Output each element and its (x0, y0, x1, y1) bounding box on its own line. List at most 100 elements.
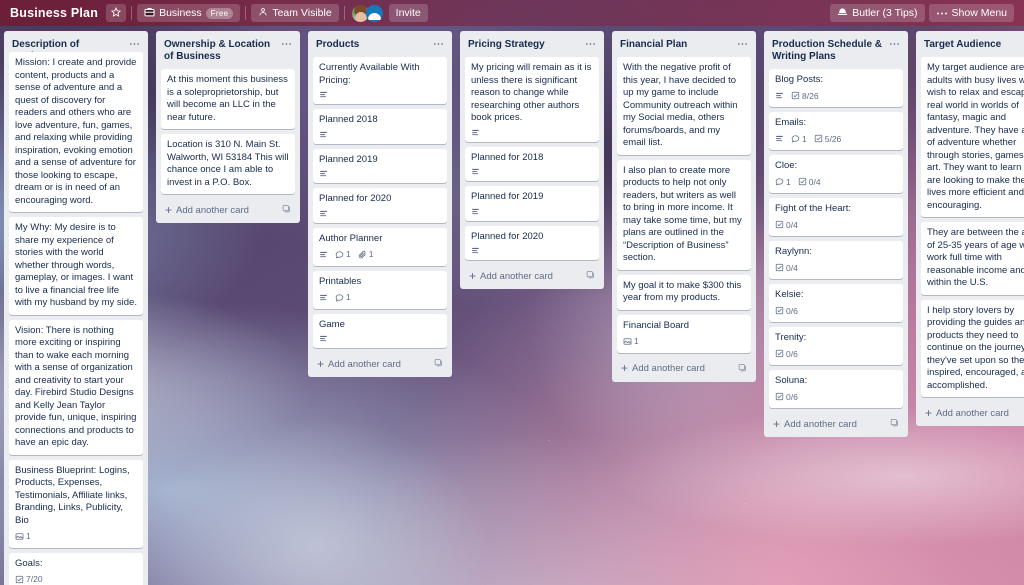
list-menu-icon[interactable] (889, 39, 900, 48)
card[interactable]: Location is 310 N. Main St. Walworth, WI… (161, 134, 295, 194)
description-icon (319, 250, 328, 259)
card[interactable]: Blog Posts: 8/26 (769, 69, 903, 107)
checklist-icon (15, 575, 24, 584)
card[interactable]: Fight of the Heart: 0/4 (769, 198, 903, 236)
card-template-icon[interactable] (282, 204, 291, 216)
card-title: They are between the ages of 25-35 years… (927, 227, 1024, 288)
badge-comment: 1 (335, 248, 351, 261)
add-another-card-button[interactable]: + Add another card (465, 264, 599, 289)
plus-icon: + (773, 416, 781, 431)
badge-description (319, 169, 328, 178)
list-title[interactable]: Production Schedule & Writing Plans (772, 39, 885, 63)
card[interactable]: Planned for 2020 (465, 225, 599, 260)
card[interactable]: I also plan to create more products to h… (617, 159, 751, 270)
card-template-icon[interactable] (434, 358, 443, 370)
list-title[interactable]: Target Audience (924, 39, 1024, 51)
card[interactable]: Financial Board 1 (617, 314, 751, 353)
list-menu-icon[interactable] (129, 39, 140, 48)
list-menu-icon[interactable] (433, 39, 444, 48)
card[interactable]: My pricing will remain as it is unless t… (465, 57, 599, 142)
list-header: Target Audience (921, 36, 1024, 57)
card-list: Currently Available With Pricing: Planned… (313, 57, 447, 348)
team-button[interactable]: Business Free (137, 4, 241, 22)
card[interactable]: My Why: My desire is to share my experie… (9, 217, 143, 315)
card[interactable]: Kelsie: 0/6 (769, 284, 903, 322)
card-badges (471, 167, 593, 176)
list-menu-icon[interactable] (281, 39, 292, 48)
list-title[interactable]: Pricing Strategy (468, 39, 581, 51)
show-menu-button[interactable]: Show Menu (928, 4, 1014, 22)
checklist-icon (775, 349, 784, 358)
card[interactable]: Mission: I create and provide content, p… (9, 52, 143, 212)
comment-icon (775, 177, 784, 186)
badge-checklist: 0/4 (798, 176, 821, 189)
add-another-card-button[interactable]: + Add another card (617, 357, 751, 382)
card[interactable]: Planned 2018 (313, 109, 447, 144)
card[interactable]: Trenity: 0/6 (769, 327, 903, 365)
card[interactable]: Planned for 2020 (313, 188, 447, 223)
butler-hat-icon (837, 7, 848, 19)
add-another-card-button[interactable]: + Add another card (769, 412, 903, 437)
card-list: My target audience are adults with busy … (921, 57, 1024, 397)
card[interactable]: At this moment this business is a solepr… (161, 69, 295, 129)
card[interactable]: Soluna: 0/6 (769, 370, 903, 408)
list-title[interactable]: Ownership & Location of Business (164, 39, 277, 63)
card[interactable]: Planned for 2019 (465, 186, 599, 221)
plan-badge: Free (205, 7, 234, 19)
card-title: My goal it to make $300 this year from m… (623, 279, 742, 304)
card[interactable]: With the negative profit of this year, I… (617, 57, 751, 155)
badge-checklist: 7/20 (15, 573, 43, 585)
list-title[interactable]: Products (316, 39, 429, 51)
badge-description (319, 250, 328, 259)
card-template-icon[interactable] (586, 270, 595, 282)
plus-icon: + (925, 405, 933, 420)
card[interactable]: Printables 1 (313, 270, 447, 309)
card[interactable]: Cloe: 1 0/4 (769, 155, 903, 193)
card-title: My pricing will remain as it is unless t… (471, 62, 592, 123)
invite-button[interactable]: Invite (388, 4, 428, 22)
card-badges (319, 334, 441, 343)
badge-checklist: 5/26 (814, 133, 841, 146)
badge-description (471, 128, 480, 137)
add-another-card-button[interactable]: + Add another card (313, 352, 447, 377)
card[interactable]: Business Blueprint: Logins, Products, Ex… (9, 459, 143, 548)
visibility-button[interactable]: Team Visible (251, 4, 339, 22)
card[interactable]: Planned 2019 (313, 148, 447, 183)
description-icon (319, 209, 328, 218)
card-badges (471, 128, 593, 137)
card-template-icon[interactable] (890, 418, 899, 430)
badge-attachment: 1 (623, 335, 639, 348)
card[interactable]: Vision: There is nothing more exciting o… (9, 319, 143, 455)
card-title: Emails: (775, 117, 807, 128)
card[interactable]: Raylynn: 0/4 (769, 241, 903, 279)
butler-button[interactable]: Butler (3 Tips) (830, 4, 925, 22)
list-2: Ownership & Location of Business At this … (152, 31, 304, 223)
card[interactable]: Author Planner 1 1 (313, 227, 447, 266)
card[interactable]: Game (313, 313, 447, 348)
card[interactable]: Goals: 7/20 (9, 552, 143, 585)
avatar[interactable] (365, 4, 383, 22)
badge-value: 1 (802, 133, 807, 144)
add-another-card-button[interactable]: + Add another card (921, 401, 1024, 426)
card-template-icon[interactable] (738, 363, 747, 375)
card-badges: 0/6 (775, 305, 897, 318)
card[interactable]: They are between the ages of 25-35 years… (921, 222, 1024, 295)
ellipsis-icon (936, 7, 948, 19)
card[interactable]: My target audience are adults with busy … (921, 57, 1024, 217)
card[interactable]: Emails: 1 5/26 (769, 112, 903, 150)
list-title[interactable]: Financial Plan (620, 39, 733, 51)
description-icon (319, 293, 328, 302)
star-board-button[interactable] (106, 4, 127, 22)
card[interactable]: I help story lovers by providing the gui… (921, 299, 1024, 397)
list-menu-icon[interactable] (585, 39, 596, 48)
card[interactable]: Currently Available With Pricing: (313, 57, 447, 104)
member-avatars[interactable] (351, 4, 383, 22)
badge-value: 1 (368, 249, 374, 259)
card[interactable]: Planned for 2018 (465, 146, 599, 181)
board-lists-canvas[interactable]: Description of BusinessMission: I create… (0, 26, 1024, 585)
badge-value: 1 (346, 249, 351, 259)
star-icon (110, 6, 122, 20)
add-another-card-button[interactable]: + Add another card (161, 198, 295, 223)
card[interactable]: My goal it to make $300 this year from m… (617, 274, 751, 310)
list-menu-icon[interactable] (737, 39, 748, 48)
